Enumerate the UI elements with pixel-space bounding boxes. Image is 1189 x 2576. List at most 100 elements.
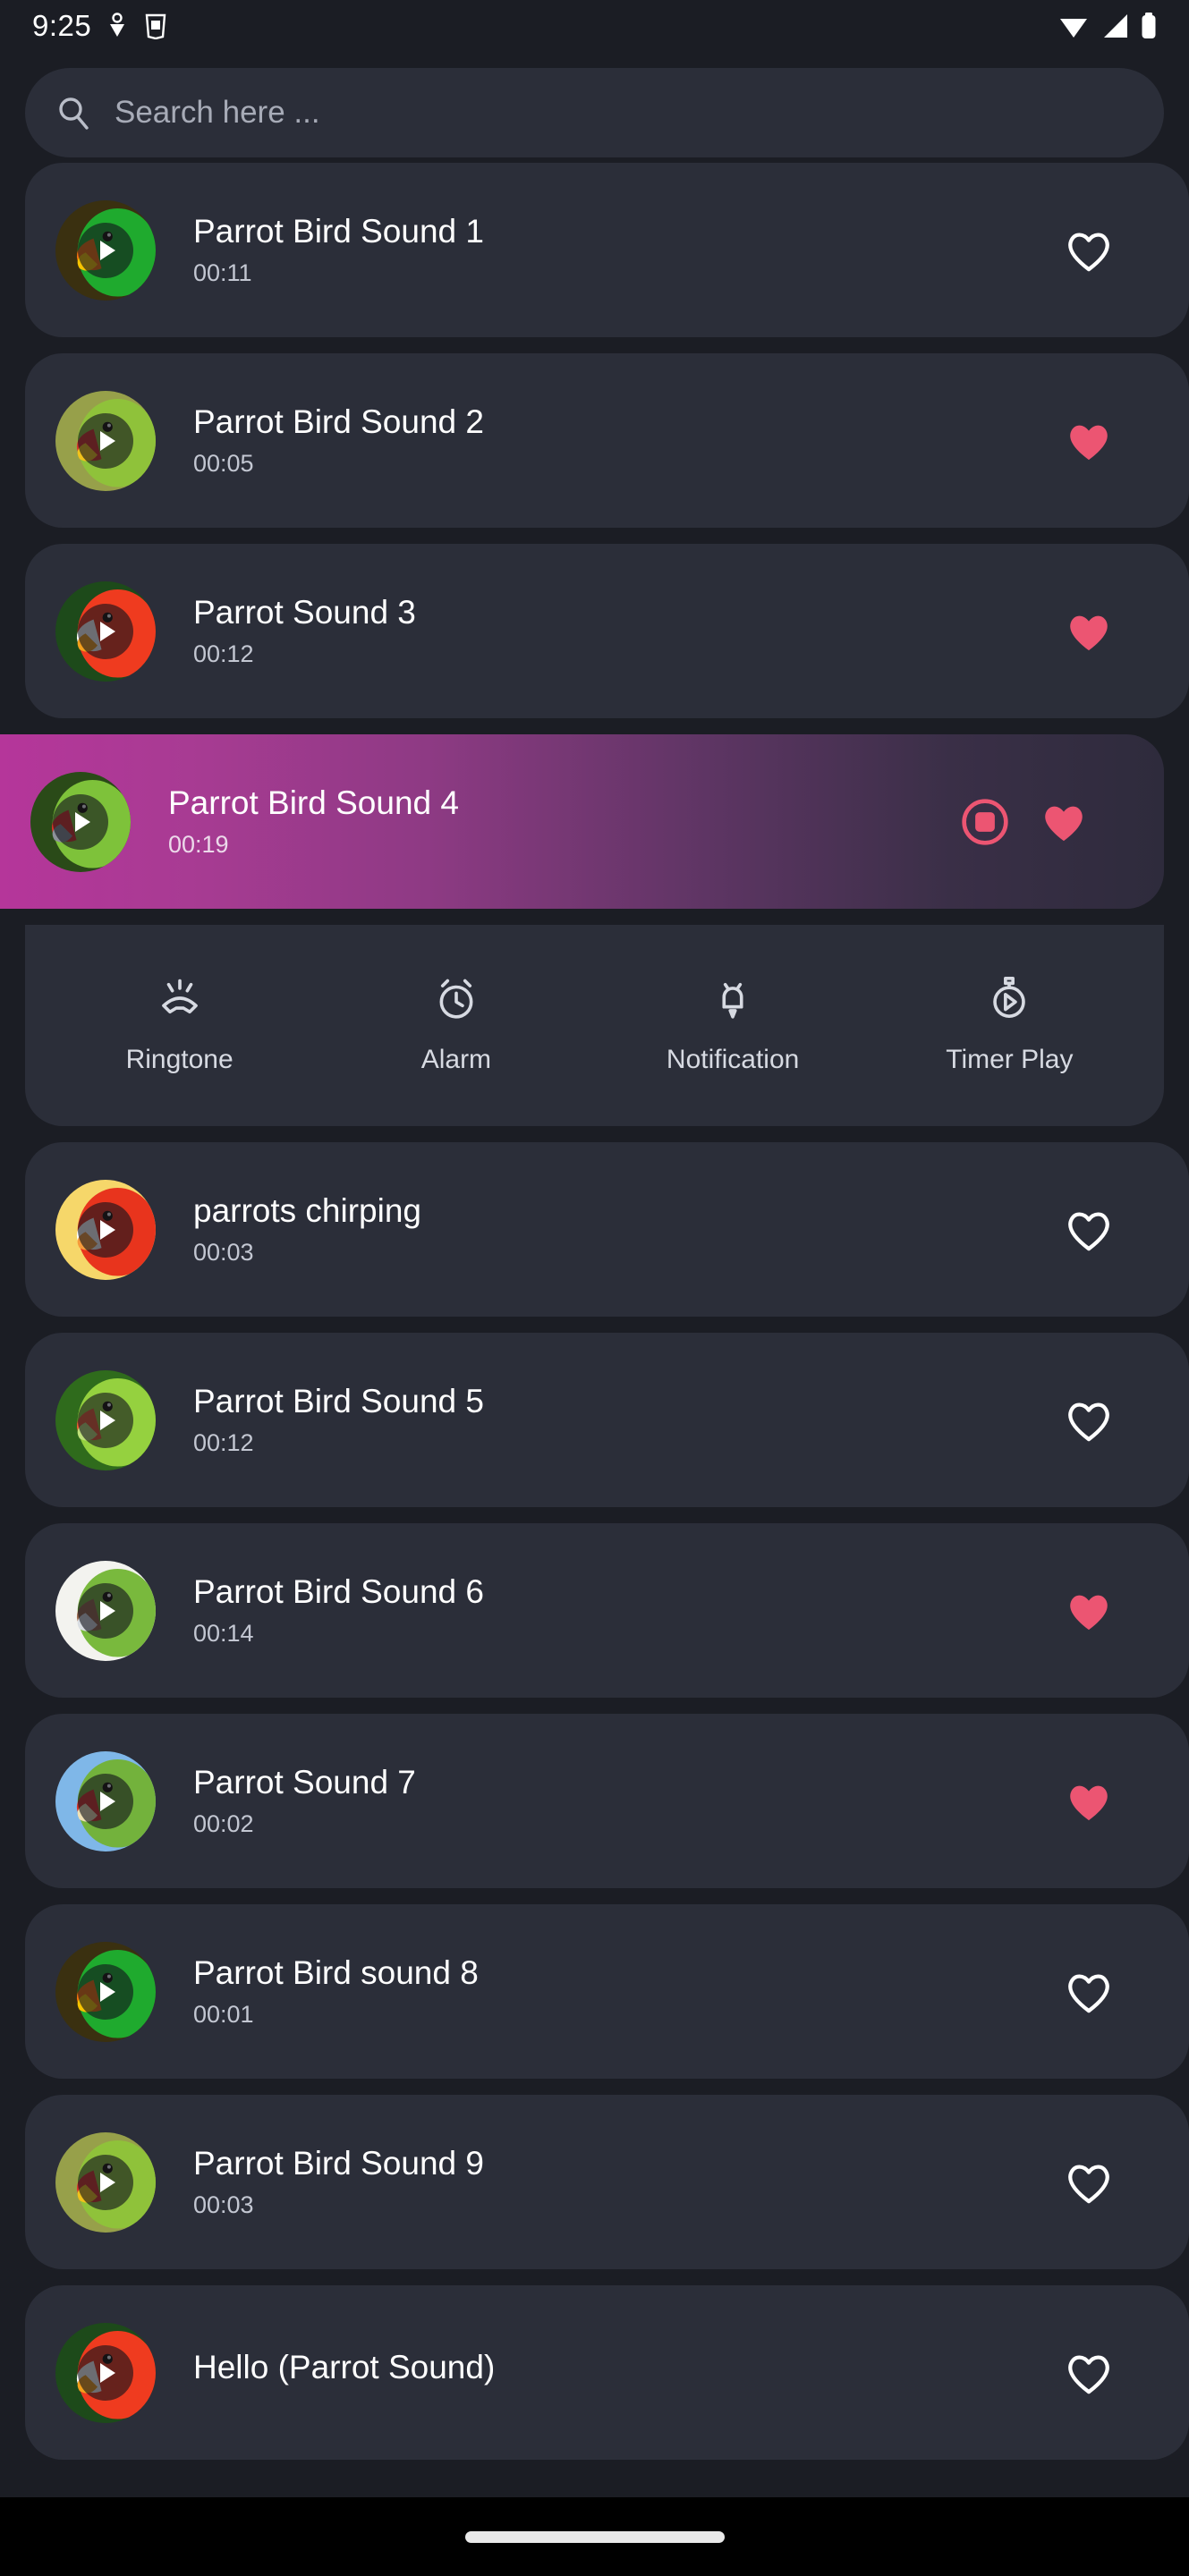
play-button[interactable]: [78, 412, 133, 469]
sound-actions: [1066, 1397, 1189, 1444]
play-button[interactable]: [78, 603, 133, 659]
favorite-icon-outline[interactable]: [1066, 2159, 1112, 2206]
option-alarm-button[interactable]: Alarm: [376, 976, 537, 1075]
sound-duration: 00:12: [193, 640, 254, 668]
sound-list-item[interactable]: Parrot Bird Sound 9 00:03: [25, 2095, 1189, 2269]
sound-title: Parrot Bird Sound 2: [193, 402, 484, 440]
play-button[interactable]: [78, 1963, 133, 2020]
sound-meta: Parrot Bird Sound 5 00:12: [156, 1383, 1066, 1458]
app-screen: 9:25 Search here ... Parrot Bird Sound 1…: [0, 0, 1189, 2576]
sound-meta: Parrot Sound 7 00:02: [156, 1764, 1066, 1839]
favorite-icon-filled[interactable]: [1040, 799, 1087, 845]
sound-title: Hello (Parrot Sound): [193, 2349, 496, 2386]
sound-meta: Parrot Bird Sound 4 00:19: [131, 784, 960, 860]
sound-title: Parrot Bird Sound 9: [193, 2144, 484, 2182]
play-button[interactable]: [78, 2154, 133, 2210]
notification-bell-icon: [710, 976, 755, 1025]
sound-actions: [1066, 418, 1189, 464]
favorite-icon-outline[interactable]: [1066, 1207, 1112, 1253]
sound-list-item[interactable]: Parrot Bird Sound 4 00:19: [0, 734, 1164, 909]
sound-list: Parrot Bird Sound 1 00:11 Parrot Bird Soun…: [0, 143, 1189, 2460]
option-notification-button[interactable]: Notification: [652, 976, 813, 1075]
sound-title: Parrot Bird sound 8: [193, 1953, 479, 1991]
sound-actions: [960, 797, 1164, 847]
sound-duration: 00:03: [193, 1239, 254, 1267]
sound-thumbnail[interactable]: [55, 1369, 156, 1470]
favorite-icon-filled[interactable]: [1066, 1778, 1112, 1825]
sound-thumbnail[interactable]: [55, 1941, 156, 2042]
sound-list-item[interactable]: Parrot Bird Sound 2 00:05: [25, 353, 1189, 528]
option-ringtone-button[interactable]: Ringtone: [99, 976, 260, 1075]
sound-duration: 00:12: [193, 1429, 254, 1457]
favorite-icon-outline[interactable]: [1066, 1397, 1112, 1444]
sound-list-item[interactable]: Parrot Bird sound 8 00:01: [25, 1904, 1189, 2079]
sound-meta: Parrot Sound 3 00:12: [156, 594, 1066, 669]
option-label: Notification: [666, 1045, 800, 1074]
play-button[interactable]: [78, 2344, 133, 2401]
sound-thumbnail[interactable]: [55, 390, 156, 491]
sound-meta: parrots chirping 00:03: [156, 1192, 1066, 1267]
sound-actions: [1066, 2159, 1189, 2206]
sound-meta: Hello (Parrot Sound): [156, 2349, 1066, 2396]
sound-actions: [1066, 2350, 1189, 2396]
sound-actions: [1066, 227, 1189, 274]
sound-thumbnail[interactable]: [55, 1179, 156, 1280]
sound-actions: [1066, 1969, 1189, 2015]
sound-thumbnail[interactable]: [30, 771, 131, 872]
sound-actions: [1066, 1778, 1189, 1825]
sound-meta: Parrot Bird Sound 2 00:05: [156, 403, 1066, 479]
sound-list-scroll[interactable]: Parrot Bird Sound 1 00:11 Parrot Bird Soun…: [0, 0, 1189, 2497]
sound-option-panel: Ringtone Alarm Notification Timer Play: [25, 925, 1164, 1126]
sound-title: Parrot Bird Sound 1: [193, 212, 484, 250]
favorite-icon-outline[interactable]: [1066, 2350, 1112, 2396]
sound-list-item[interactable]: Parrot Bird Sound 5 00:12: [25, 1333, 1189, 1507]
favorite-icon-outline[interactable]: [1066, 1969, 1112, 2015]
sound-title: Parrot Bird Sound 5: [193, 1382, 484, 1419]
sound-list-item[interactable]: Parrot Sound 3 00:12: [25, 544, 1189, 718]
sound-list-item[interactable]: Hello (Parrot Sound): [25, 2285, 1189, 2460]
sound-title: Parrot Sound 7: [193, 1763, 416, 1801]
sound-actions: [1066, 1207, 1189, 1253]
home-gesture-pill[interactable]: [464, 2530, 725, 2543]
sound-thumbnail[interactable]: [55, 580, 156, 682]
play-button[interactable]: [78, 1392, 133, 1448]
play-button[interactable]: [78, 1773, 133, 1829]
sound-thumbnail[interactable]: [55, 2131, 156, 2233]
sound-thumbnail[interactable]: [55, 1750, 156, 1852]
stop-button[interactable]: [960, 797, 1010, 847]
option-label: Alarm: [420, 1045, 492, 1074]
sound-thumbnail[interactable]: [55, 1560, 156, 1661]
sound-meta: Parrot Bird sound 8 00:01: [156, 1954, 1066, 2029]
sound-thumbnail[interactable]: [55, 2322, 156, 2423]
favorite-icon-filled[interactable]: [1066, 1588, 1112, 1634]
play-button[interactable]: [78, 222, 133, 278]
option-timer-play-button[interactable]: Timer Play: [929, 976, 1090, 1075]
sound-actions: [1066, 1588, 1189, 1634]
sound-meta: Parrot Bird Sound 6 00:14: [156, 1573, 1066, 1648]
favorite-icon-filled[interactable]: [1066, 608, 1112, 655]
sound-title: Parrot Bird Sound 4: [168, 784, 459, 821]
play-button[interactable]: [78, 1582, 133, 1639]
alarm-clock-icon: [434, 976, 479, 1025]
sound-thumbnail[interactable]: [55, 199, 156, 301]
sound-title: Parrot Bird Sound 6: [193, 1572, 484, 1610]
sound-list-item[interactable]: Parrot Sound 7 00:02: [25, 1714, 1189, 1888]
sound-duration: 00:11: [193, 259, 252, 287]
sound-duration: 00:01: [193, 2001, 254, 2029]
sound-duration: 00:03: [193, 2191, 254, 2219]
sound-meta: Parrot Bird Sound 1 00:11: [156, 213, 1066, 288]
sound-duration: 00:05: [193, 450, 254, 478]
favorite-icon-outline[interactable]: [1066, 227, 1112, 274]
sound-duration: 00:14: [193, 1620, 254, 1648]
option-label: Timer Play: [946, 1045, 1074, 1074]
sound-list-item[interactable]: Parrot Bird Sound 1 00:11: [25, 163, 1189, 337]
sound-list-item[interactable]: parrots chirping 00:03: [25, 1142, 1189, 1317]
sound-actions: [1066, 608, 1189, 655]
option-label: Ringtone: [125, 1045, 234, 1074]
sound-meta: Parrot Bird Sound 9 00:03: [156, 2145, 1066, 2220]
favorite-icon-filled[interactable]: [1066, 418, 1112, 464]
play-button[interactable]: [53, 793, 108, 850]
sound-list-item[interactable]: Parrot Bird Sound 6 00:14: [25, 1523, 1189, 1698]
system-navigation-bar: [0, 2497, 1189, 2576]
play-button[interactable]: [78, 1201, 133, 1258]
